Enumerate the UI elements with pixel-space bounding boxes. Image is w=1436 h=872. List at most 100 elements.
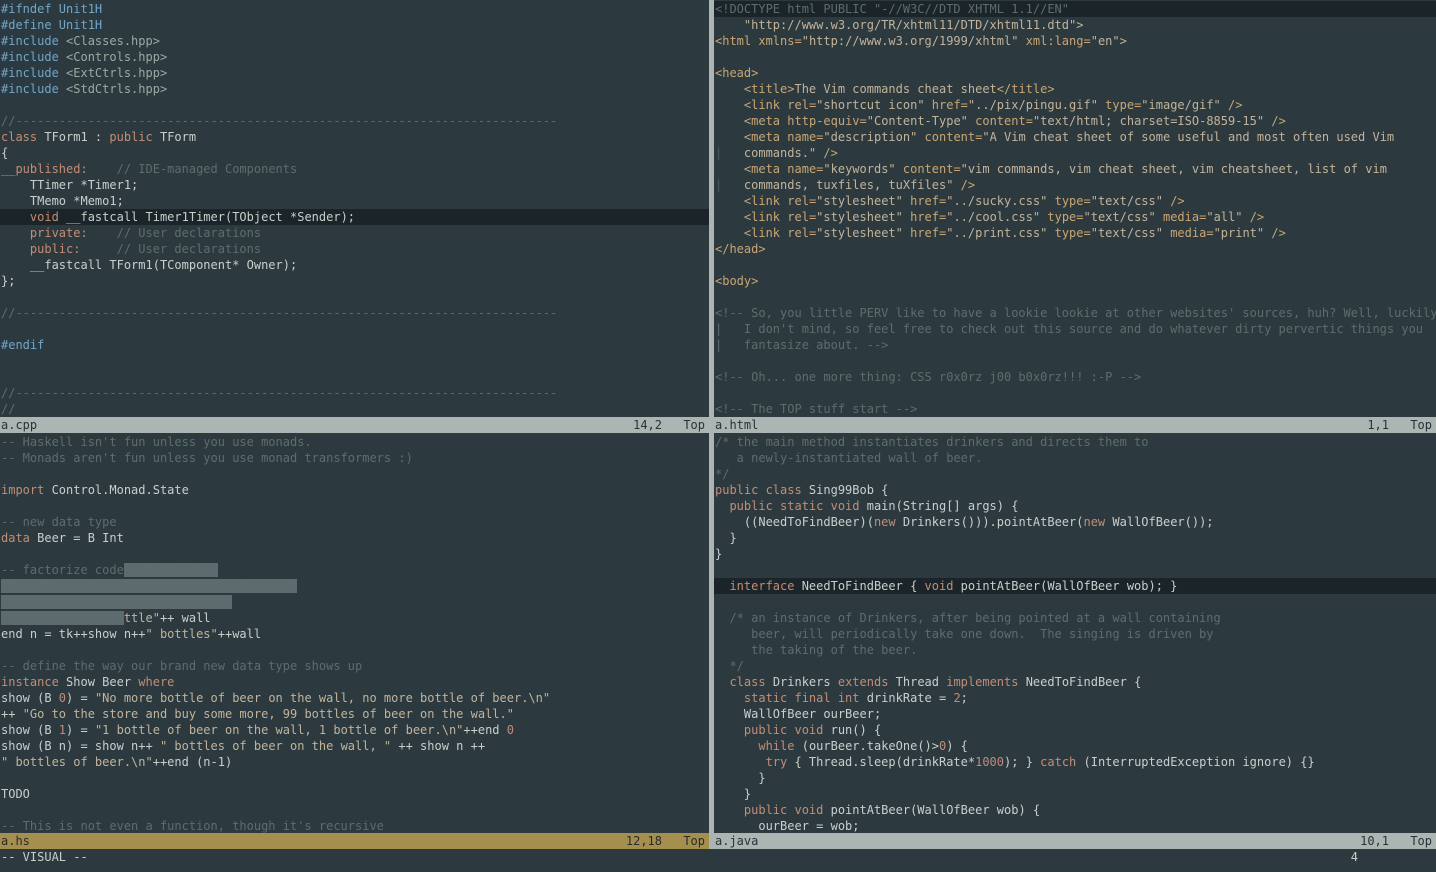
code-line[interactable]: class TForm1 : public TForm — [0, 129, 709, 145]
code-line[interactable]: the taking of the beer. — [714, 642, 1436, 658]
code-line[interactable]: ((NeedToFindBeer)(new Drinkers())).point… — [714, 514, 1436, 530]
code-line[interactable]: <!-- So, you little PERV like to have a … — [714, 305, 1436, 321]
code-line[interactable]: data Beer = B Int — [0, 530, 709, 546]
code-area[interactable]: #ifndef Unit1H #define Unit1H #include <Cl… — [0, 1, 709, 417]
code-line[interactable]: a newly-instantiated wall of beer. — [714, 450, 1436, 466]
code-line[interactable]: #include <Classes.hpp> — [0, 33, 709, 49]
code-line[interactable]: <!-- Oh... one more thing: CSS r0x0rz j0… — [714, 369, 1436, 385]
cursor-line[interactable]: void __fastcall Timer1Timer(TObject *Sen… — [0, 209, 709, 225]
code-line[interactable]: <html xmlns="http://www.w3.org/1999/xhtm… — [714, 33, 1436, 49]
code-line[interactable]: TODO — [0, 786, 709, 802]
code-line[interactable]: end 1 = tk++"1 bottle"++ wall — [0, 610, 709, 626]
code-line[interactable] — [714, 594, 1436, 610]
code-line[interactable]: /* an instance of Drinkers, after being … — [714, 610, 1436, 626]
code-line[interactable]: show (B 0) = "No more bottle of beer on … — [0, 690, 709, 706]
code-line[interactable]: | commands." /> — [714, 145, 1436, 161]
code-line[interactable]: <meta name="keywords" content="vim comma… — [714, 161, 1436, 177]
code-line[interactable] — [714, 562, 1436, 578]
code-line[interactable]: "http://www.w3.org/TR/xhtml11/DTD/xhtml1… — [714, 17, 1436, 33]
editor-pane-java[interactable]: /* the main method instantiates drinkers… — [714, 433, 1436, 849]
code-line[interactable]: TTimer *Timer1; — [0, 177, 709, 193]
code-line[interactable]: <meta name="description" content="A Vim … — [714, 129, 1436, 145]
code-line[interactable]: <link rel="shortcut icon" href="../pix/p… — [714, 97, 1436, 113]
code-line[interactable]: tk = "Take one down and pass it around, … — [0, 578, 709, 594]
code-line[interactable]: wall = " of beer on the wall.\n" — [0, 594, 709, 610]
code-line[interactable]: -- new data type — [0, 514, 709, 530]
code-line[interactable] — [0, 802, 709, 818]
code-line[interactable]: -- Haskell isn't fun unless you use mona… — [0, 434, 709, 450]
code-line[interactable]: <link rel="stylesheet" href="../print.cs… — [714, 225, 1436, 241]
code-line[interactable]: public void pointAtBeer(WallOfBeer wob) … — [714, 802, 1436, 818]
code-line[interactable]: while (ourBeer.takeOne()>0) { — [714, 738, 1436, 754]
code-line[interactable]: try { Thread.sleep(drinkRate*1000); } ca… — [714, 754, 1436, 770]
code-area[interactable]: <!DOCTYPE html PUBLIC "-//W3C//DTD XHTML… — [714, 1, 1436, 417]
code-line[interactable]: } — [714, 770, 1436, 786]
code-line[interactable]: }; — [0, 273, 709, 289]
code-line[interactable] — [0, 466, 709, 482]
code-line[interactable]: __fastcall TForm1(TComponent* Owner); — [0, 257, 709, 273]
code-line[interactable] — [0, 369, 709, 385]
code-line[interactable]: { — [0, 145, 709, 161]
code-line[interactable]: | I don't mind, so feel free to check ou… — [714, 321, 1436, 337]
editor-pane-html[interactable]: <!DOCTYPE html PUBLIC "-//W3C//DTD XHTML… — [714, 0, 1436, 433]
code-line[interactable]: </head> — [714, 241, 1436, 257]
code-line[interactable]: } — [714, 786, 1436, 802]
code-line[interactable]: WallOfBeer ourBeer; — [714, 706, 1436, 722]
command-line[interactable]: -- VISUAL -- 4 — [0, 849, 1436, 872]
code-area[interactable]: /* the main method instantiates drinkers… — [714, 434, 1436, 833]
code-line[interactable]: private: // User declarations — [0, 225, 709, 241]
code-line[interactable]: show (B n) = show n++ " bottles of beer … — [0, 738, 709, 754]
code-line[interactable]: class Drinkers extends Thread implements… — [714, 674, 1436, 690]
code-line[interactable]: TMemo *Memo1; — [0, 193, 709, 209]
code-line[interactable]: #include <StdCtrls.hpp> — [0, 81, 709, 97]
cursor-line[interactable]: interface NeedToFindBeer { void pointAtB… — [714, 578, 1436, 594]
code-line[interactable]: //--------------------------------------… — [0, 385, 709, 401]
code-line[interactable] — [714, 385, 1436, 401]
code-line[interactable]: */ — [714, 658, 1436, 674]
code-line[interactable] — [0, 642, 709, 658]
code-line[interactable]: -- This is not even a function, though i… — [0, 818, 709, 833]
code-line[interactable] — [0, 289, 709, 305]
code-line[interactable]: } — [714, 546, 1436, 562]
code-line[interactable] — [0, 321, 709, 337]
code-line[interactable]: // — [0, 401, 709, 417]
code-line[interactable]: <link rel="stylesheet" href="../cool.css… — [714, 209, 1436, 225]
editor-pane-hs[interactable]: -- Haskell isn't fun unless you use mona… — [0, 433, 709, 849]
code-line[interactable]: ++ "Go to the store and buy some more, 9… — [0, 706, 709, 722]
code-line[interactable]: <link rel="stylesheet" href="../sucky.cs… — [714, 193, 1436, 209]
code-line[interactable]: */ — [714, 466, 1436, 482]
code-line[interactable] — [0, 770, 709, 786]
code-line[interactable]: -- factorize code a little bit — [0, 562, 709, 578]
code-line[interactable]: #ifndef Unit1H — [0, 1, 709, 17]
code-line[interactable]: } — [714, 530, 1436, 546]
code-line[interactable] — [714, 353, 1436, 369]
code-line[interactable]: <!-- The TOP stuff start --> — [714, 401, 1436, 417]
code-line[interactable] — [714, 289, 1436, 305]
code-line[interactable]: public: // User declarations — [0, 241, 709, 257]
code-line[interactable]: <body> — [714, 273, 1436, 289]
code-line[interactable]: import Control.Monad.State — [0, 482, 709, 498]
vertical-split-divider[interactable] — [709, 0, 714, 849]
code-line[interactable] — [0, 353, 709, 369]
code-line[interactable] — [0, 546, 709, 562]
code-line[interactable]: <title>The Vim commands cheat sheet</tit… — [714, 81, 1436, 97]
code-line[interactable] — [714, 257, 1436, 273]
code-line[interactable]: beer, will periodically take one down. T… — [714, 626, 1436, 642]
code-line[interactable] — [0, 97, 709, 113]
code-line[interactable]: #include <ExtCtrls.hpp> — [0, 65, 709, 81]
code-line[interactable]: #endif — [0, 337, 709, 353]
code-area[interactable]: -- Haskell isn't fun unless you use mona… — [0, 434, 709, 833]
code-line[interactable] — [714, 49, 1436, 65]
code-line[interactable]: | fantasize about. --> — [714, 337, 1436, 353]
code-line[interactable]: public class Sing99Bob { — [714, 482, 1436, 498]
editor-pane-cpp[interactable]: #ifndef Unit1H #define Unit1H #include <Cl… — [0, 0, 709, 433]
code-line[interactable]: " bottles of beer.\n"++end (n-1) — [0, 754, 709, 770]
code-line[interactable]: __published: // IDE-managed Components — [0, 161, 709, 177]
code-line[interactable]: #include <Controls.hpp> — [0, 49, 709, 65]
code-line[interactable]: -- Monads aren't fun unless you use mona… — [0, 450, 709, 466]
code-line[interactable]: public void run() { — [714, 722, 1436, 738]
code-line[interactable]: <meta http-equiv="Content-Type" content=… — [714, 113, 1436, 129]
code-line[interactable]: public static void main(String[] args) { — [714, 498, 1436, 514]
code-line[interactable]: instance Show Beer where — [0, 674, 709, 690]
code-line[interactable]: -- define the way our brand new data typ… — [0, 658, 709, 674]
